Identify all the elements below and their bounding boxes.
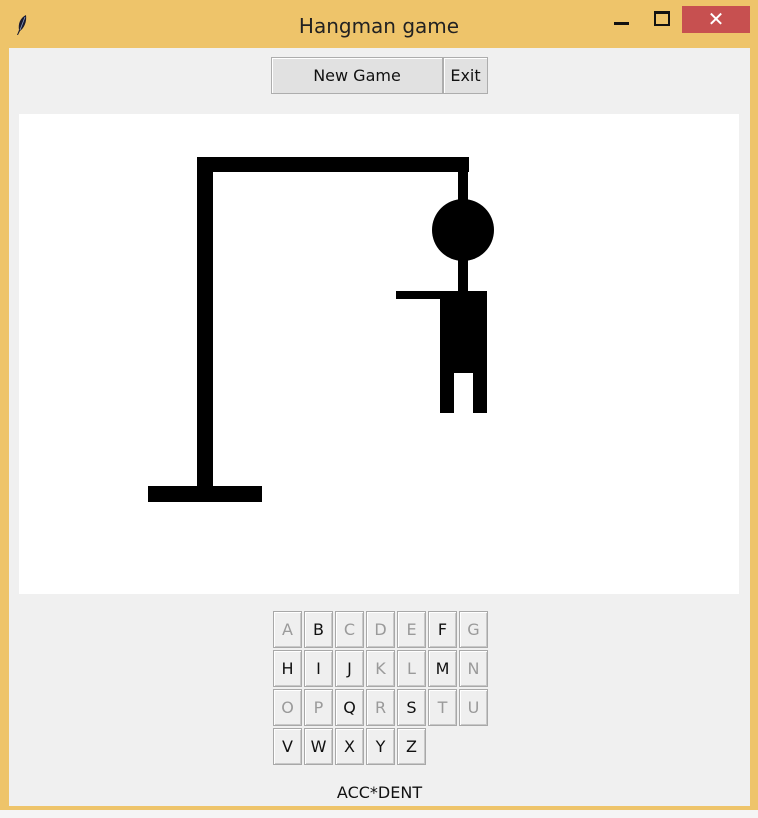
letter-key-y[interactable]: Y bbox=[366, 728, 395, 765]
bottom-strip bbox=[0, 810, 758, 818]
letter-key-x[interactable]: X bbox=[335, 728, 364, 765]
letter-key-r[interactable]: R bbox=[366, 689, 395, 726]
window-title: Hangman game bbox=[298, 14, 460, 38]
letter-key-h[interactable]: H bbox=[273, 650, 302, 687]
guessed-word: ACC*DENT bbox=[336, 783, 423, 802]
letter-key-u[interactable]: U bbox=[459, 689, 488, 726]
letter-key-i[interactable]: I bbox=[304, 650, 333, 687]
window-frame: Hangman game ✕ New Game Exit ABCDEFG HIJK… bbox=[0, 0, 758, 810]
letter-key-o[interactable]: O bbox=[273, 689, 302, 726]
hangman-arm bbox=[396, 291, 440, 299]
letter-key-l[interactable]: L bbox=[397, 650, 426, 687]
letter-key-j[interactable]: J bbox=[335, 650, 364, 687]
letter-key-b[interactable]: B bbox=[304, 611, 333, 648]
letter-key-c[interactable]: C bbox=[335, 611, 364, 648]
letter-key-k[interactable]: K bbox=[366, 650, 395, 687]
hangman-neck bbox=[458, 254, 468, 294]
title-bar[interactable]: Hangman game ✕ bbox=[0, 0, 758, 48]
letter-key-z[interactable]: Z bbox=[397, 728, 426, 765]
client-area: New Game Exit ABCDEFG HIJKLMN OPQRSTU VWXYZ… bbox=[9, 48, 750, 806]
letter-key-n[interactable]: N bbox=[459, 650, 488, 687]
letter-key-m[interactable]: M bbox=[428, 650, 457, 687]
letter-key-a[interactable]: A bbox=[273, 611, 302, 648]
minimize-button[interactable] bbox=[608, 6, 638, 32]
hangman-canvas bbox=[19, 114, 739, 594]
letter-key-f[interactable]: F bbox=[428, 611, 457, 648]
letter-key-t[interactable]: T bbox=[428, 689, 457, 726]
hangman-left-leg bbox=[440, 373, 454, 413]
letter-key-e[interactable]: E bbox=[397, 611, 426, 648]
new-game-button[interactable]: New Game bbox=[271, 57, 443, 94]
letter-key-g[interactable]: G bbox=[459, 611, 488, 648]
letter-key-q[interactable]: Q bbox=[335, 689, 364, 726]
gallows-pole bbox=[197, 157, 213, 494]
hangman-torso bbox=[440, 291, 487, 373]
letter-key-p[interactable]: P bbox=[304, 689, 333, 726]
close-button[interactable]: ✕ bbox=[682, 6, 750, 33]
letter-key-s[interactable]: S bbox=[397, 689, 426, 726]
close-icon: ✕ bbox=[707, 7, 725, 31]
hangman-right-leg bbox=[473, 373, 487, 413]
exit-button[interactable]: Exit bbox=[443, 57, 488, 94]
maximize-button[interactable] bbox=[646, 6, 676, 32]
letter-key-v[interactable]: V bbox=[273, 728, 302, 765]
letter-key-w[interactable]: W bbox=[304, 728, 333, 765]
hangman-head bbox=[432, 199, 494, 261]
gallows-beam bbox=[197, 157, 469, 172]
letter-key-d[interactable]: D bbox=[366, 611, 395, 648]
